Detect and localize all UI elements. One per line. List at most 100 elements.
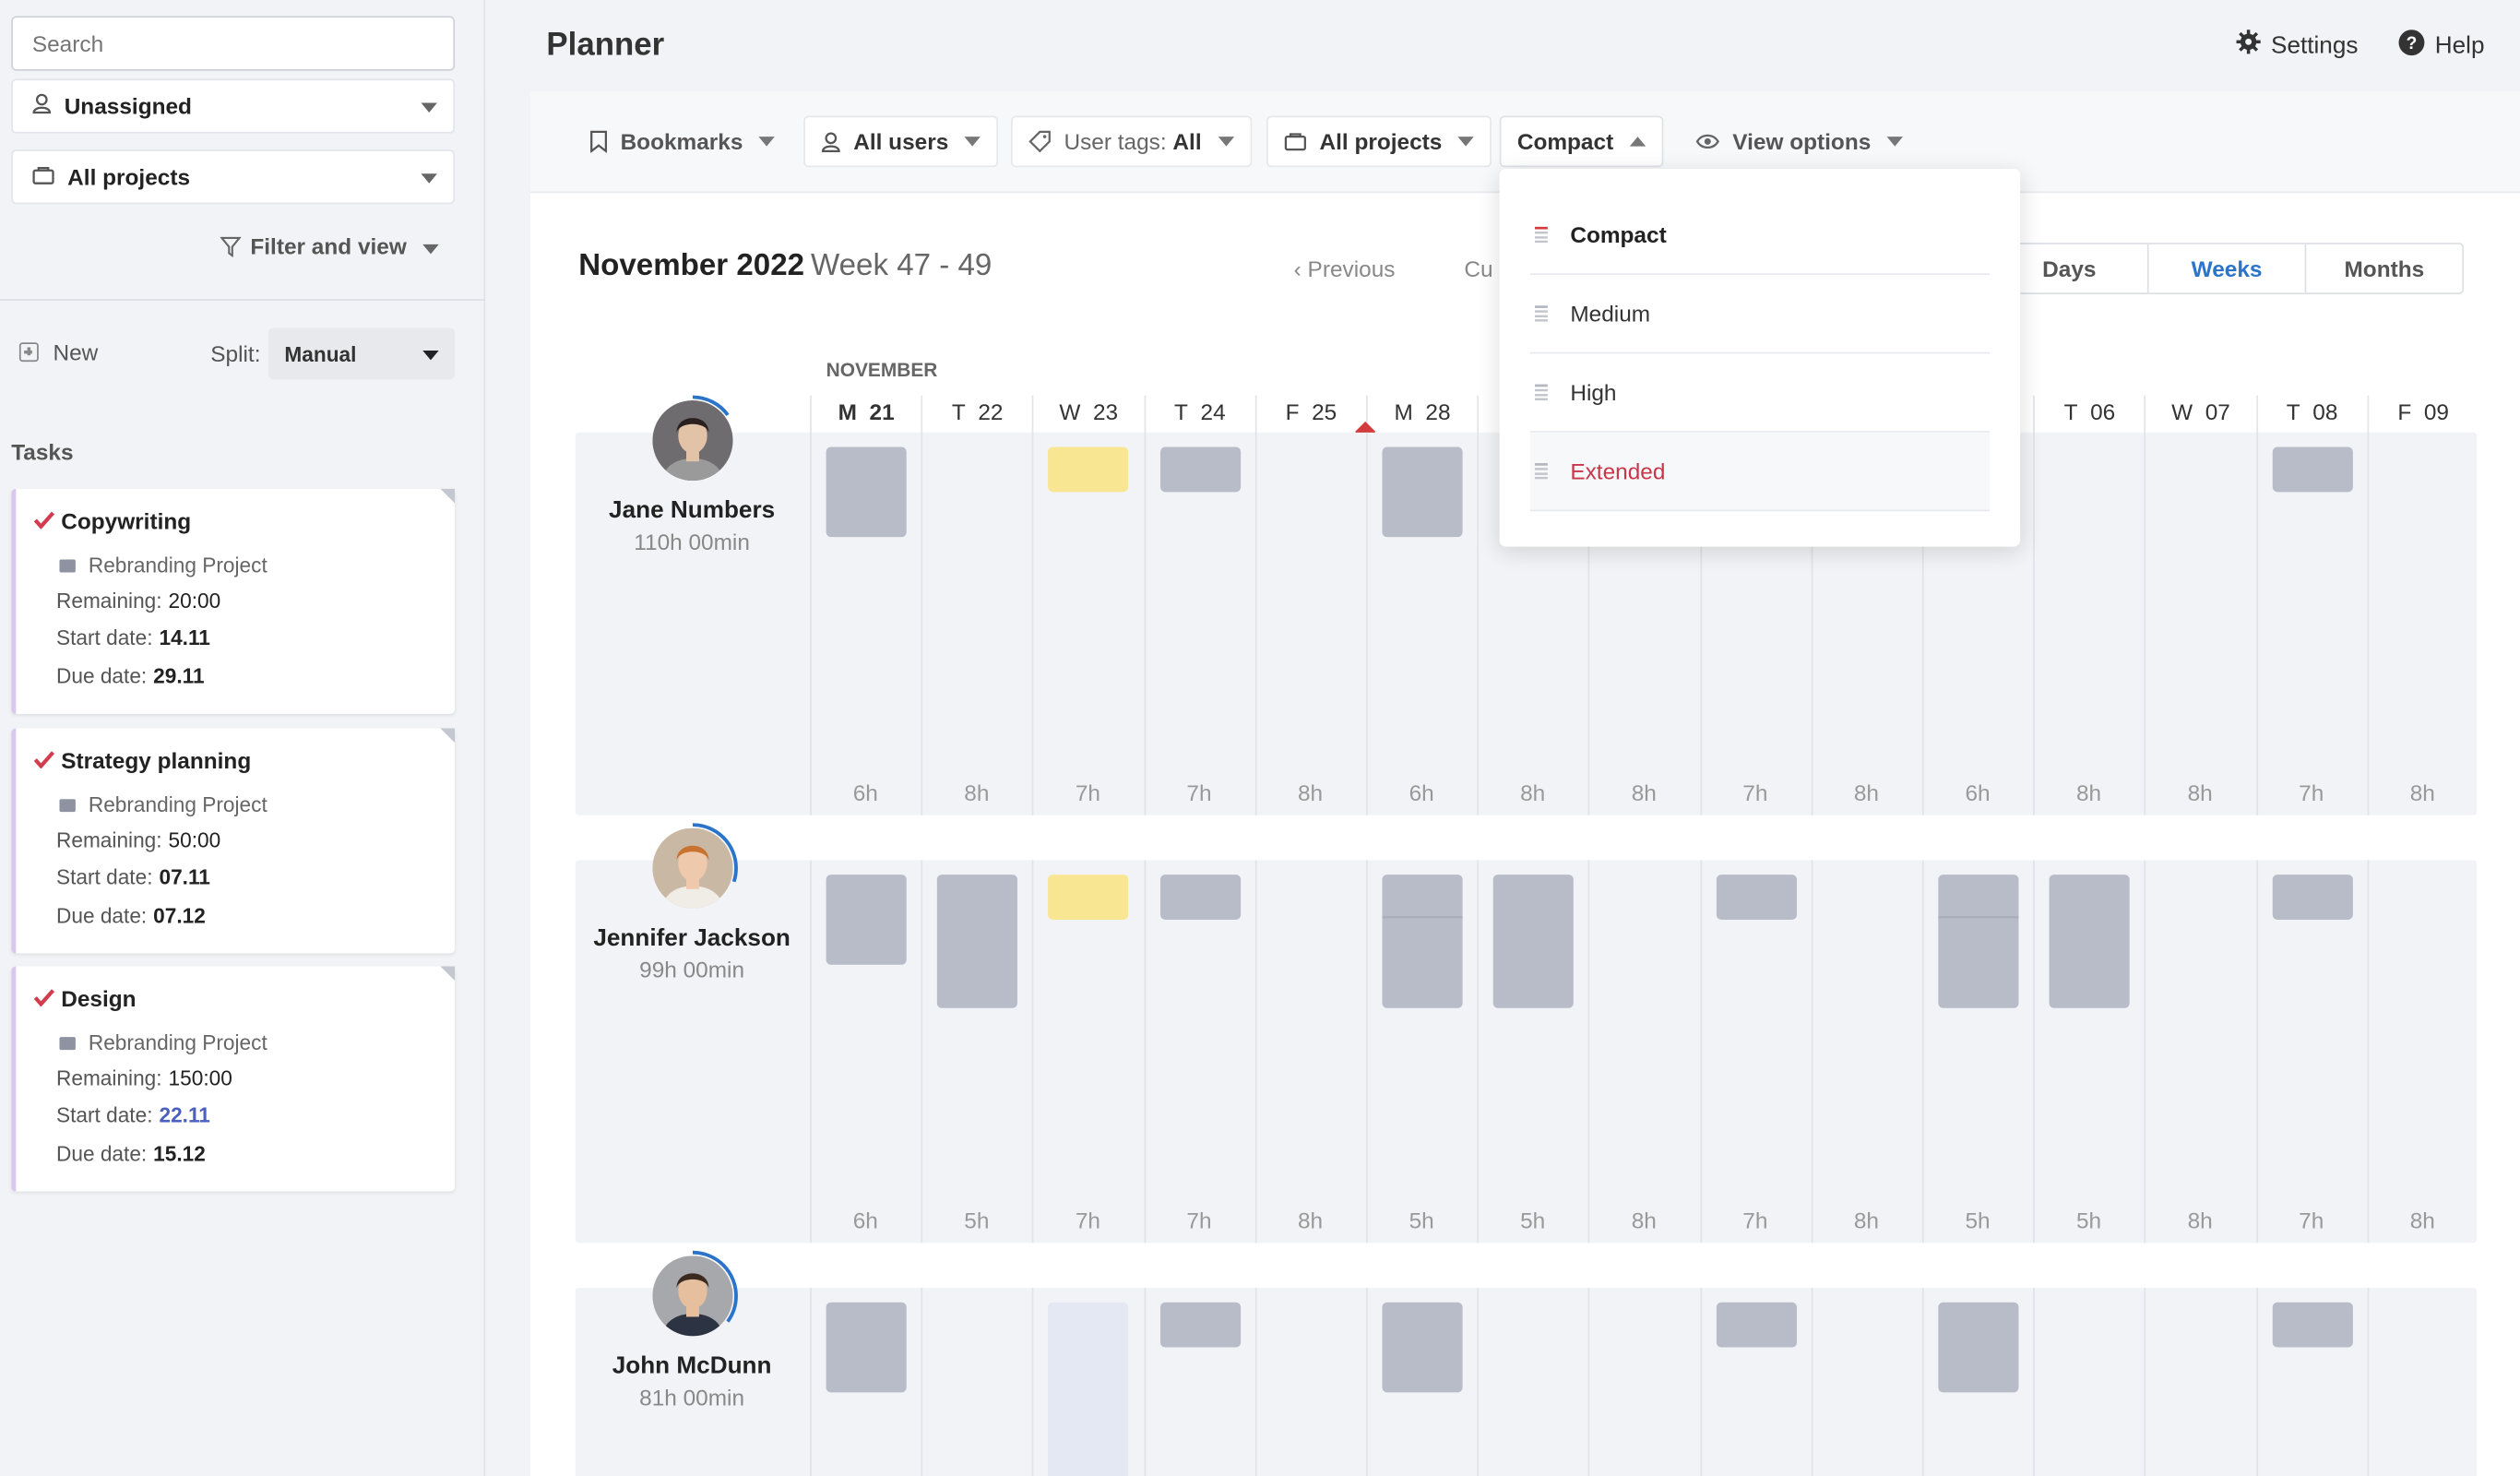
due-date-label: Due date:: [55, 903, 148, 928]
task-project: Rebranding Project: [59, 1030, 267, 1054]
task-start-date: Start date: 14.11: [56, 625, 210, 649]
new-task-label: New: [53, 339, 99, 365]
task-block[interactable]: [1938, 1302, 2019, 1393]
task-block[interactable]: [1159, 875, 1241, 920]
day-number: 23: [1092, 399, 1119, 425]
check-icon: [33, 751, 55, 769]
day-number: 21: [869, 399, 895, 425]
task-block[interactable]: [2049, 875, 2131, 1008]
task-card[interactable]: Copywriting Rebranding Project Remaining: 2…: [11, 488, 456, 714]
task-block[interactable]: [2272, 1302, 2353, 1348]
bookmark-icon: [589, 130, 608, 153]
task-block[interactable]: [826, 875, 907, 965]
task-block[interactable]: [1159, 446, 1241, 493]
task-block[interactable]: [826, 446, 907, 538]
chevron-down-icon: [1218, 137, 1234, 147]
user-tags-label: User tags:: [1064, 128, 1167, 155]
split-select[interactable]: Manual: [267, 327, 456, 380]
density-option-compact[interactable]: Compact: [1529, 196, 1991, 276]
density-option-label: Medium: [1570, 300, 1651, 327]
split-select-value: Manual: [284, 342, 357, 367]
density-option-medium[interactable]: Medium: [1529, 275, 1991, 354]
view-options-button[interactable]: View options: [1678, 115, 1920, 167]
task-block[interactable]: [1382, 446, 1463, 538]
task-block[interactable]: [826, 1302, 907, 1393]
calendar-title: November 2022 Week 47 - 49: [578, 249, 992, 284]
day-of-week: W: [2171, 399, 2193, 425]
task-block[interactable]: [1048, 875, 1129, 920]
user-total-hours: 81h 00min: [639, 1384, 745, 1411]
day-of-week: T: [2063, 399, 2078, 425]
filter-and-view-button[interactable]: Filter and view: [0, 233, 455, 262]
column-divider: [2255, 860, 2258, 1244]
all-users-label: All users: [853, 128, 949, 155]
avatar: [652, 1256, 733, 1337]
task-title: Strategy planning: [61, 747, 252, 774]
user-name: Jennifer Jackson: [593, 924, 790, 952]
current-label: Cu: [1464, 256, 1493, 282]
day-hours: 8h: [1297, 1207, 1324, 1233]
day-header: F 09: [2367, 395, 2478, 434]
density-dropdown: Compact Medium High Extended: [1499, 169, 2021, 547]
all-users-select[interactable]: All users: [803, 115, 999, 168]
task-project: Rebranding Project: [59, 792, 267, 816]
assignee-select[interactable]: Unassigned: [11, 78, 456, 134]
column-divider: [1254, 860, 1257, 1244]
task-block[interactable]: [1716, 875, 1797, 920]
task-block[interactable]: [1716, 1302, 1797, 1348]
bookmarks-button[interactable]: Bookmarks: [572, 115, 792, 167]
task-card[interactable]: Strategy planning Rebranding Project Remai…: [11, 728, 456, 954]
task-block[interactable]: [1382, 875, 1463, 1008]
chevron-down-icon: [758, 137, 776, 147]
range-weeks[interactable]: Weeks: [2146, 244, 2305, 293]
task-block[interactable]: [1048, 1302, 1129, 1476]
day-header: T 22: [921, 395, 1032, 434]
chevron-down-icon: [964, 137, 981, 147]
day-hours: 6h: [1965, 780, 1991, 806]
search-input[interactable]: [11, 16, 456, 71]
density-option-high[interactable]: High: [1529, 353, 1991, 433]
all-projects-select[interactable]: All projects: [1266, 115, 1492, 168]
user-info: John McDunn 81h 00min: [576, 1250, 809, 1448]
day-of-week: F: [1285, 399, 1300, 425]
day-number: 25: [1312, 399, 1337, 425]
chevron-down-icon: [1457, 137, 1475, 147]
current-button[interactable]: Cu: [1464, 256, 1492, 281]
column-divider: [2033, 1288, 2036, 1476]
density-select[interactable]: Compact: [1499, 115, 1664, 168]
task-due-date: Due date: 29.11: [56, 664, 205, 688]
all-projects-label: All projects: [1319, 128, 1443, 155]
task-block[interactable]: [937, 875, 1018, 1008]
previous-button[interactable]: ‹ Previous: [1294, 256, 1396, 281]
day-hours: 8h: [2075, 780, 2102, 806]
range-months[interactable]: Months: [2304, 244, 2463, 293]
density-option-extended[interactable]: Extended: [1529, 432, 1991, 512]
column-divider: [1811, 1288, 1813, 1476]
sidebar: Unassigned All projects Filter and view …: [0, 0, 486, 1476]
chevron-up-icon: [1629, 137, 1646, 147]
task-block[interactable]: [1382, 1302, 1463, 1393]
column-divider: [1588, 1288, 1590, 1476]
settings-button[interactable]: Settings: [2236, 29, 2359, 61]
task-card[interactable]: Design Rebranding Project Remaining: 150:00…: [11, 966, 456, 1192]
day-number: 09: [2423, 399, 2449, 425]
task-block[interactable]: [1159, 1302, 1241, 1348]
task-project-name: Rebranding Project: [88, 553, 267, 577]
avatar: [652, 827, 733, 909]
day-hours: 8h: [1853, 780, 1880, 806]
task-block[interactable]: [1938, 875, 2019, 1008]
remaining-value: 150:00: [168, 1065, 232, 1090]
task-block[interactable]: [1493, 875, 1575, 1008]
task-block[interactable]: [2272, 875, 2353, 920]
task-remaining: Remaining: 50:00: [56, 828, 220, 852]
column-divider: [921, 1288, 923, 1476]
day-number: 06: [2090, 399, 2116, 425]
new-task-button[interactable]: New: [18, 339, 99, 365]
day-of-week: F: [2397, 399, 2412, 425]
user-tags-select[interactable]: User tags: All: [1010, 115, 1252, 168]
task-block[interactable]: [1048, 446, 1129, 493]
task-block[interactable]: [2272, 446, 2353, 493]
settings-label: Settings: [2271, 30, 2359, 59]
projects-select[interactable]: All projects: [11, 149, 456, 205]
help-button[interactable]: ? Help: [2398, 29, 2485, 63]
